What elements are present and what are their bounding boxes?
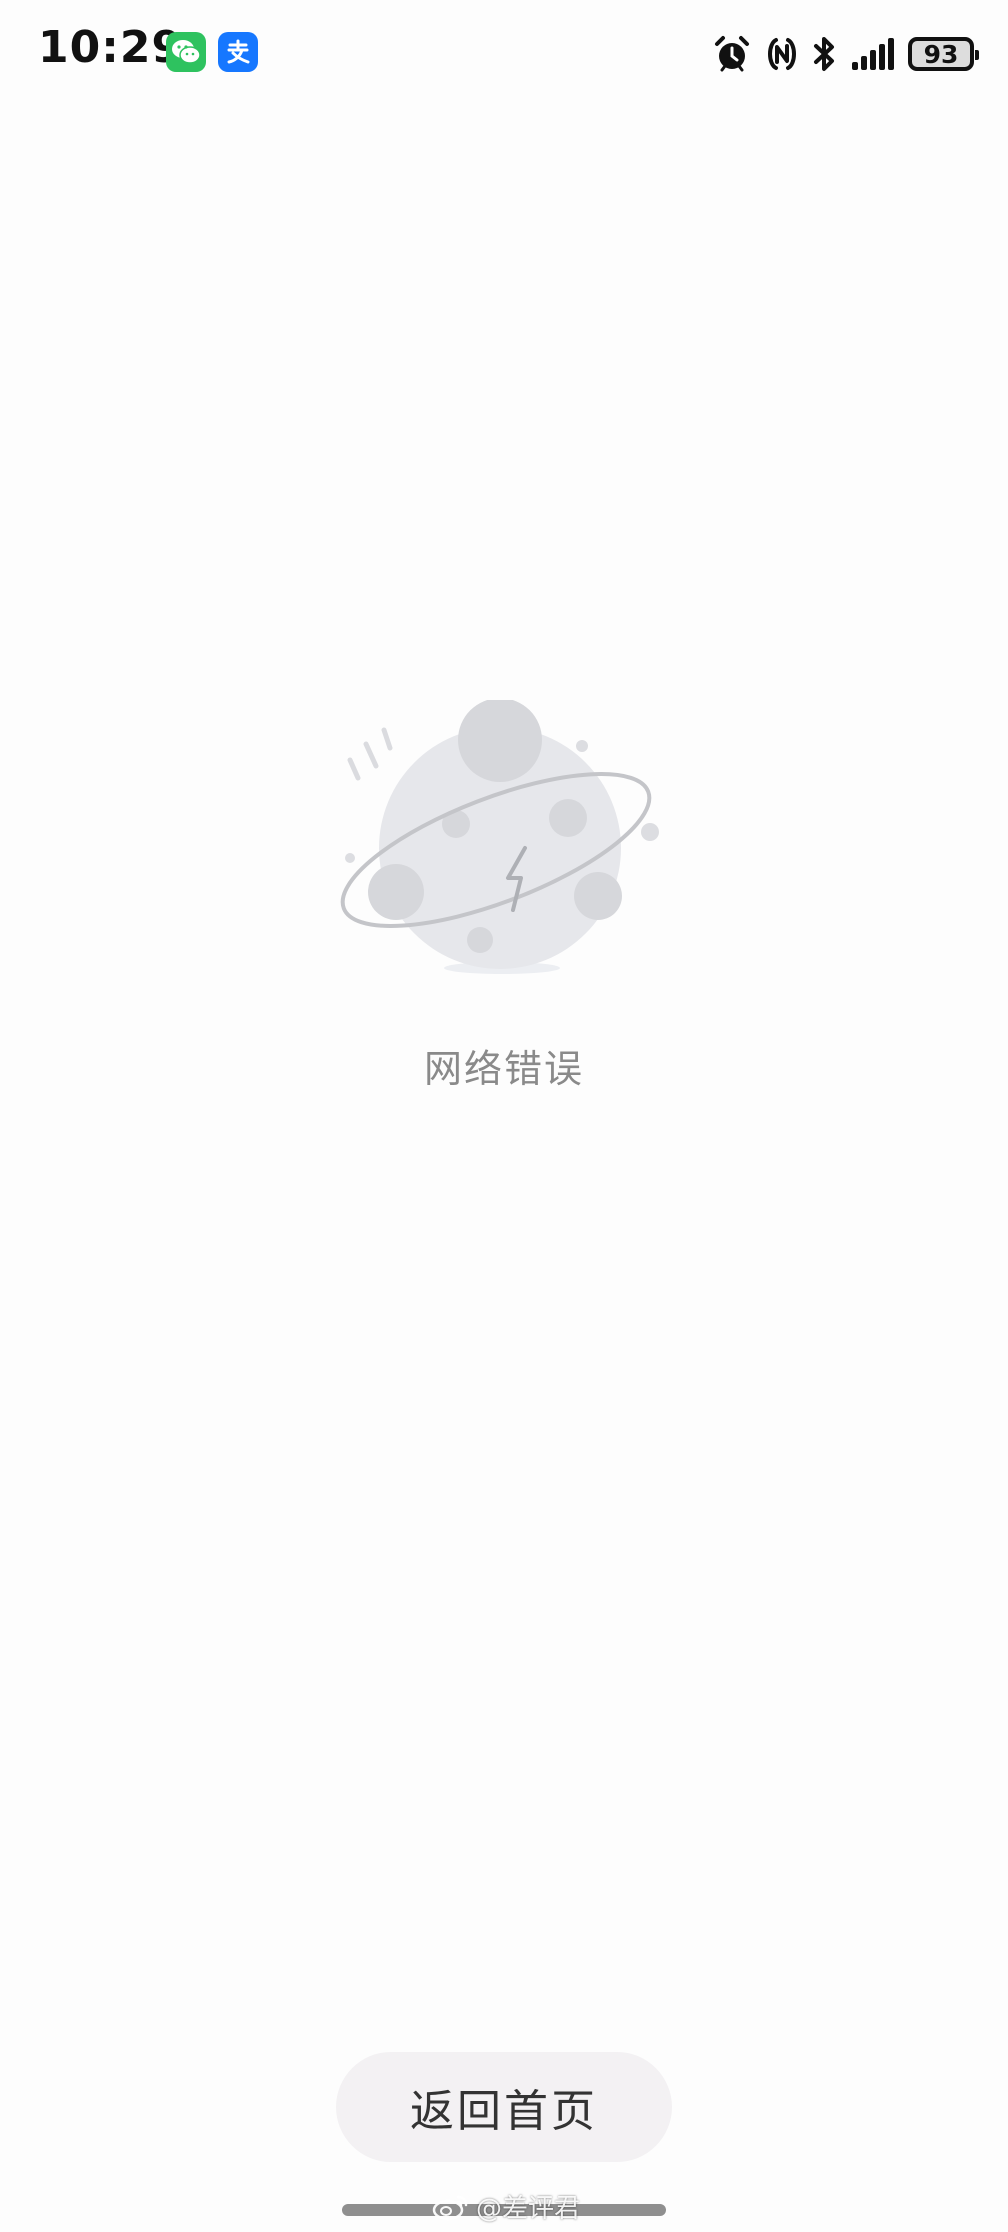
- signal-icon: [852, 38, 894, 70]
- gesture-navigation-bar[interactable]: [342, 2204, 666, 2216]
- error-message: 网络错误: [423, 1047, 584, 1091]
- status-time: 10:29: [38, 22, 184, 73]
- nfc-icon: [768, 38, 796, 70]
- back-to-home-button[interactable]: 返回首页: [336, 2052, 672, 2162]
- bluetooth-icon: [814, 37, 834, 71]
- wechat-icon: [166, 32, 206, 72]
- planet-broken-connection-icon: [340, 700, 659, 974]
- status-indicators: 93: [712, 32, 979, 76]
- status-bar: 10:29 93: [0, 0, 1008, 110]
- alarm-icon: [715, 36, 749, 72]
- battery-icon: 93: [908, 37, 979, 71]
- alipay-icon: [218, 32, 258, 72]
- battery-level: 93: [923, 39, 959, 69]
